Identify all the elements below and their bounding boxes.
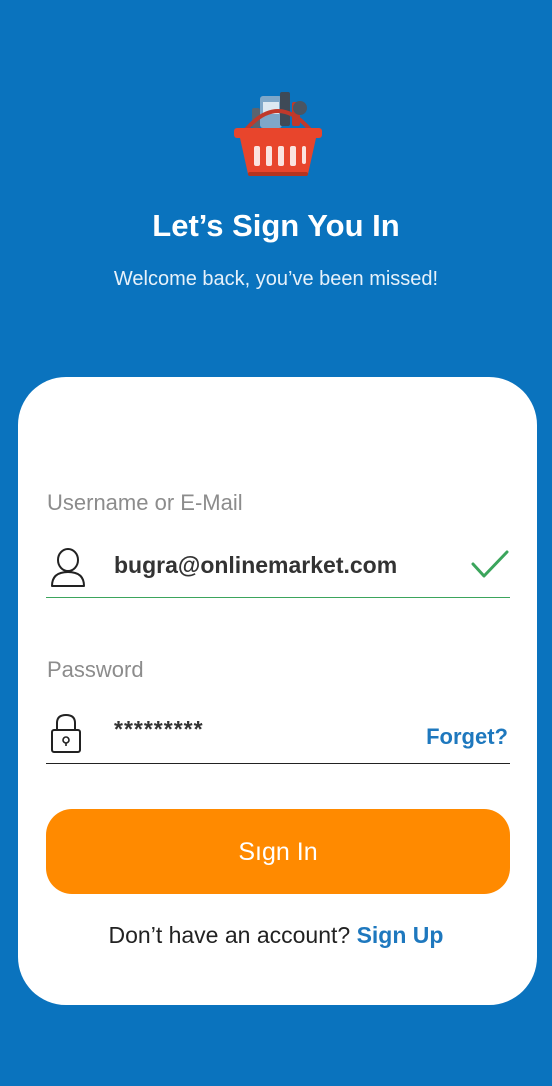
checkmark-icon xyxy=(470,548,510,585)
password-value: ********* xyxy=(114,716,204,742)
app-logo xyxy=(230,88,326,180)
sign-up-link[interactable]: Sign Up xyxy=(357,922,444,948)
signup-prompt-text: Don’t have an account? xyxy=(108,922,351,948)
page-title: Let’s Sign You In xyxy=(152,208,400,243)
password-field[interactable]: ********* Forget? xyxy=(46,704,510,764)
password-underline xyxy=(46,762,510,764)
lock-icon xyxy=(48,712,84,761)
page-subtitle: Welcome back, you’ve been missed! xyxy=(113,268,439,290)
sign-in-button[interactable]: Sıgn In xyxy=(46,809,510,894)
sign-in-card xyxy=(18,377,537,1005)
password-label: Password xyxy=(47,657,144,682)
user-icon xyxy=(48,546,88,595)
shopping-basket-icon xyxy=(234,92,322,176)
username-label: Username or E-Mail xyxy=(47,490,243,515)
forget-password-link[interactable]: Forget? xyxy=(426,724,508,750)
username-underline xyxy=(46,596,510,598)
username-field[interactable]: bugra@onlinemarket.com xyxy=(46,538,510,598)
username-value: bugra@onlinemarket.com xyxy=(114,552,398,578)
signup-prompt-row: Don’t have an account? Sign Up xyxy=(0,922,552,949)
